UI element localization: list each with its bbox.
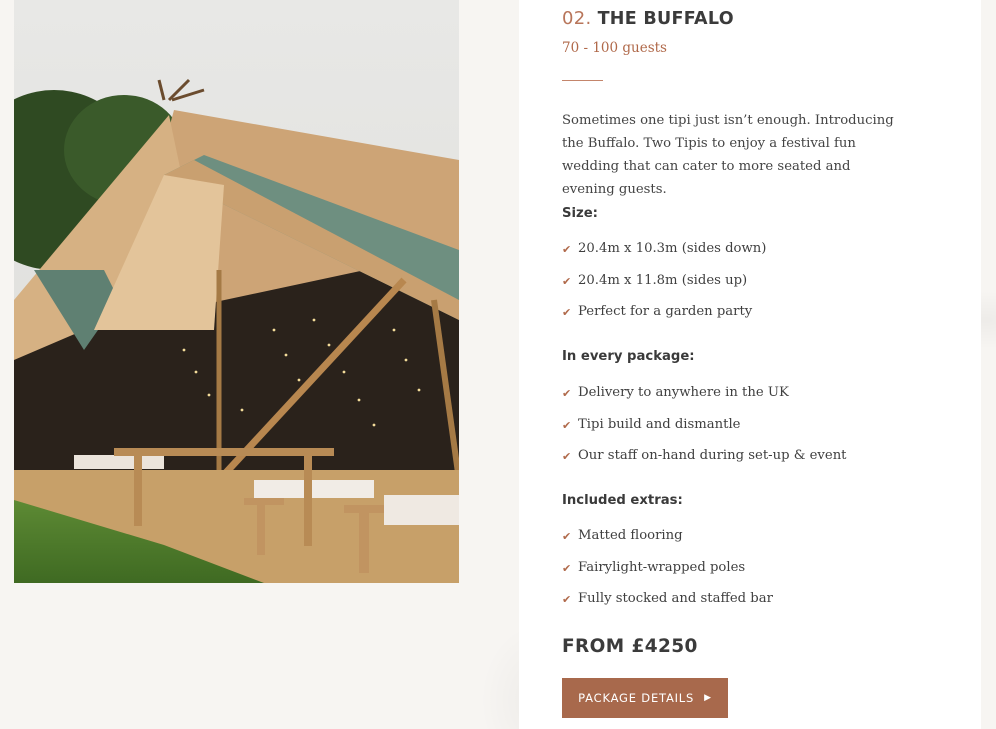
tipi-photo [14,0,459,583]
guest-capacity: 70 - 100 guests [562,40,667,56]
package-description: Sometimes one tipi just isn’t enough. In… [562,113,894,197]
list-item-label: Matted flooring [578,528,683,543]
list-item-label: Tipi build and dismantle [578,416,741,432]
package-name: THE BUFFALO [597,9,734,29]
list-item: ✔ 20.4m x 11.8m (sides up) [562,273,766,305]
check-icon: ✔ [562,593,572,606]
list-item: ✔ Fairylight-wrapped poles [562,560,773,592]
list-item: ✔ Fully stocked and staffed bar [562,591,773,623]
list-item-label: 20.4m x 10.3m (sides down) [578,241,767,256]
package-number: 02. [562,8,592,29]
check-icon: ✔ [562,387,572,400]
extras-list: ✔ Matted flooring ✔ Fairylight-wrapped pol… [562,528,773,623]
list-item: ✔ Perfect for a garden party [562,304,766,336]
list-item: ✔ 20.4m x 10.3m (sides down) [562,241,766,273]
play-arrow-icon: ▶ [704,693,712,703]
check-icon: ✔ [562,274,572,288]
check-icon: ✔ [562,450,572,463]
list-item: ✔ Delivery to anywhere in the UK [562,385,846,417]
package-card: 02. THE BUFFALO 70 - 100 guests Sometime… [519,0,981,729]
section-heading-size: Size: [562,206,598,221]
page: 02. THE BUFFALO 70 - 100 guests Sometime… [0,0,996,729]
list-item-label: Our staff on-hand during set-up & event [578,448,847,463]
package-title: 02. THE BUFFALO [562,8,734,29]
size-list: ✔ 20.4m x 10.3m (sides down) ✔ 20.4m x 11.… [562,241,766,336]
package-price: FROM £4250 [562,636,698,657]
list-item: ✔ Matted flooring [562,528,773,560]
list-item-label: Fully stocked and staffed bar [578,591,773,606]
list-item-label: 20.4m x 11.8m (sides up) [578,272,748,288]
section-heading-extras: Included extras: [562,493,683,508]
package-details-button[interactable]: PACKAGE DETAILS ▶ [562,678,728,718]
divider [562,80,603,81]
check-icon: ✔ [562,243,572,256]
list-item-label: Delivery to anywhere in the UK [578,385,789,400]
package-list: ✔ Delivery to anywhere in the UK ✔ Tipi bu… [562,385,846,480]
list-item-label: Fairylight-wrapped poles [578,559,746,575]
check-icon: ✔ [562,418,572,432]
check-icon: ✔ [562,306,572,319]
section-heading-package: In every package: [562,349,695,364]
list-item: ✔ Tipi build and dismantle [562,417,846,449]
list-item: ✔ Our staff on-hand during set-up & event [562,448,846,480]
list-item-label: Perfect for a garden party [578,304,753,319]
package-details-label: PACKAGE DETAILS [578,691,695,705]
check-icon: ✔ [562,561,572,575]
check-icon: ✔ [562,530,572,543]
